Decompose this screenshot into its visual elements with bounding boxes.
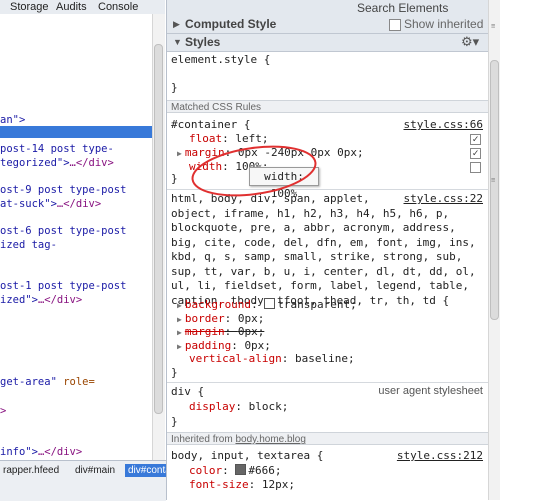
annotation-circle (191, 145, 317, 197)
annotation-overlay (191, 145, 317, 197)
